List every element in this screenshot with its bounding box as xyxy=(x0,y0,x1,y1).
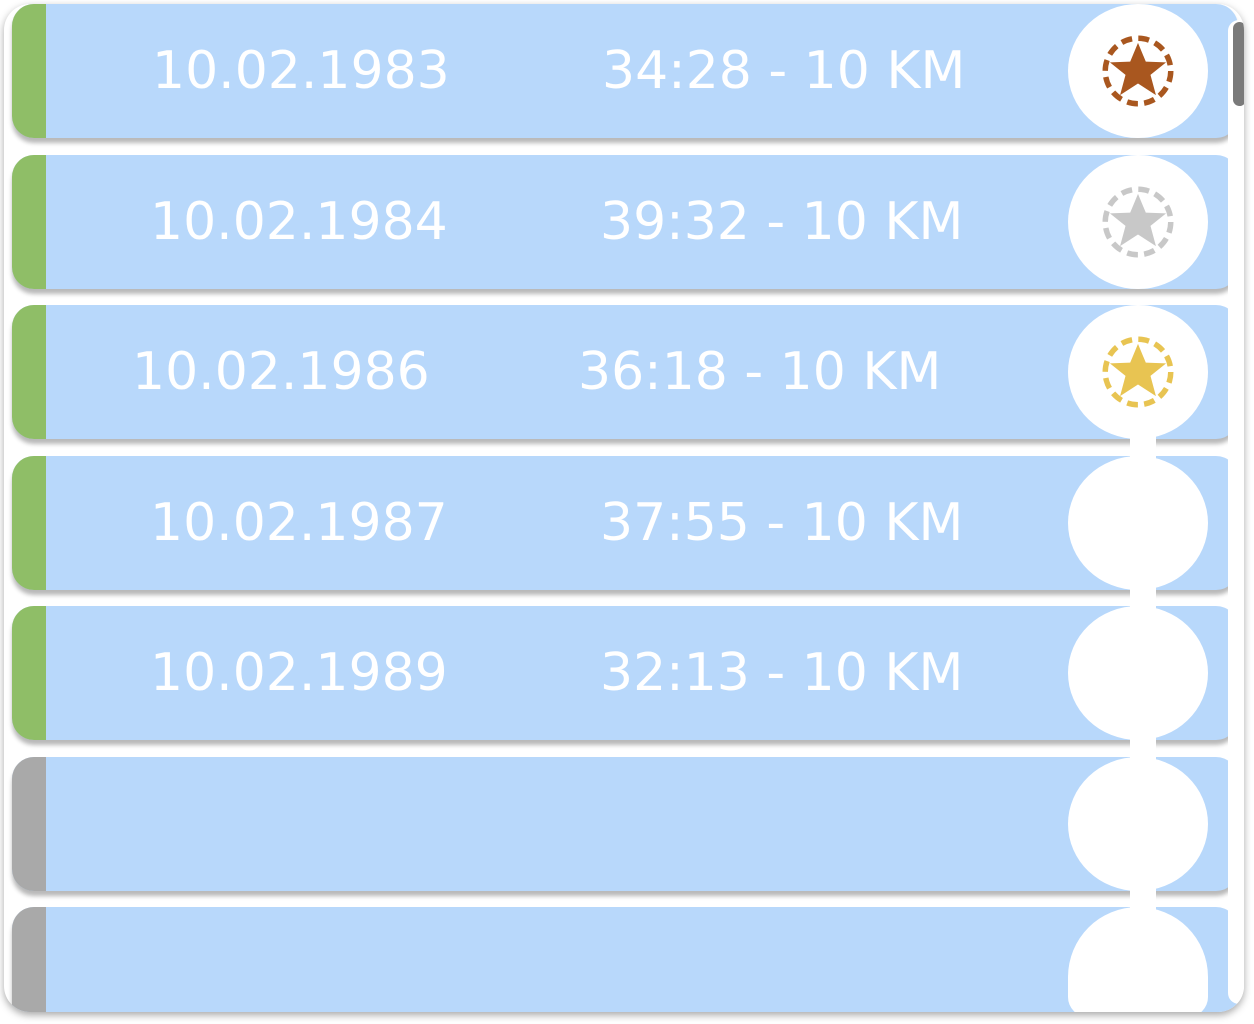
medal-slot-empty xyxy=(1068,757,1208,891)
race-row[interactable]: 10.02.1987 37:55 - 10 KM xyxy=(12,456,1238,590)
race-row[interactable]: 10.02.1983 34:28 - 10 KM xyxy=(12,4,1238,138)
race-row[interactable]: 10.02.1986 36:18 - 10 KM xyxy=(12,305,1238,439)
bronze-star-medal-icon xyxy=(1102,35,1174,107)
status-stripe xyxy=(12,757,46,891)
status-stripe xyxy=(12,155,46,289)
race-results-list[interactable]: 10.02.1983 34:28 - 10 KM 10.02.1984 39:3… xyxy=(4,4,1244,1012)
race-row[interactable]: 10.02.1984 39:32 - 10 KM xyxy=(12,155,1238,289)
race-date: 10.02.1989 xyxy=(150,643,448,703)
race-result: 37:55 - 10 KM xyxy=(600,493,964,553)
status-stripe xyxy=(12,4,46,138)
race-result: 34:28 - 10 KM xyxy=(602,41,966,101)
status-stripe xyxy=(12,456,46,590)
race-date: 10.02.1984 xyxy=(150,192,448,252)
race-date: 10.02.1986 xyxy=(132,342,430,402)
vertical-scrollbar[interactable] xyxy=(1228,20,1244,1004)
medal-slot xyxy=(1068,4,1208,138)
medal-slot xyxy=(1068,305,1208,439)
status-stripe xyxy=(12,305,46,439)
silver-star-medal-icon xyxy=(1102,186,1174,258)
gold-star-medal-icon xyxy=(1102,336,1174,408)
race-results-panel: 10.02.1983 34:28 - 10 KM 10.02.1984 39:3… xyxy=(4,4,1244,1012)
race-row-empty[interactable] xyxy=(12,907,1238,1012)
race-date: 10.02.1983 xyxy=(152,41,450,101)
scrollbar-thumb[interactable] xyxy=(1233,22,1244,106)
race-result: 32:13 - 10 KM xyxy=(600,643,964,703)
medal-slot-empty xyxy=(1068,606,1208,740)
race-row-empty[interactable] xyxy=(12,757,1238,891)
status-stripe xyxy=(12,907,46,1012)
race-result: 39:32 - 10 KM xyxy=(600,192,964,252)
medal-slot-empty xyxy=(1068,456,1208,590)
race-result: 36:18 - 10 KM xyxy=(578,342,942,402)
medal-slot xyxy=(1068,155,1208,289)
race-date: 10.02.1987 xyxy=(150,493,448,553)
status-stripe xyxy=(12,606,46,740)
race-row[interactable]: 10.02.1989 32:13 - 10 KM xyxy=(12,606,1238,740)
